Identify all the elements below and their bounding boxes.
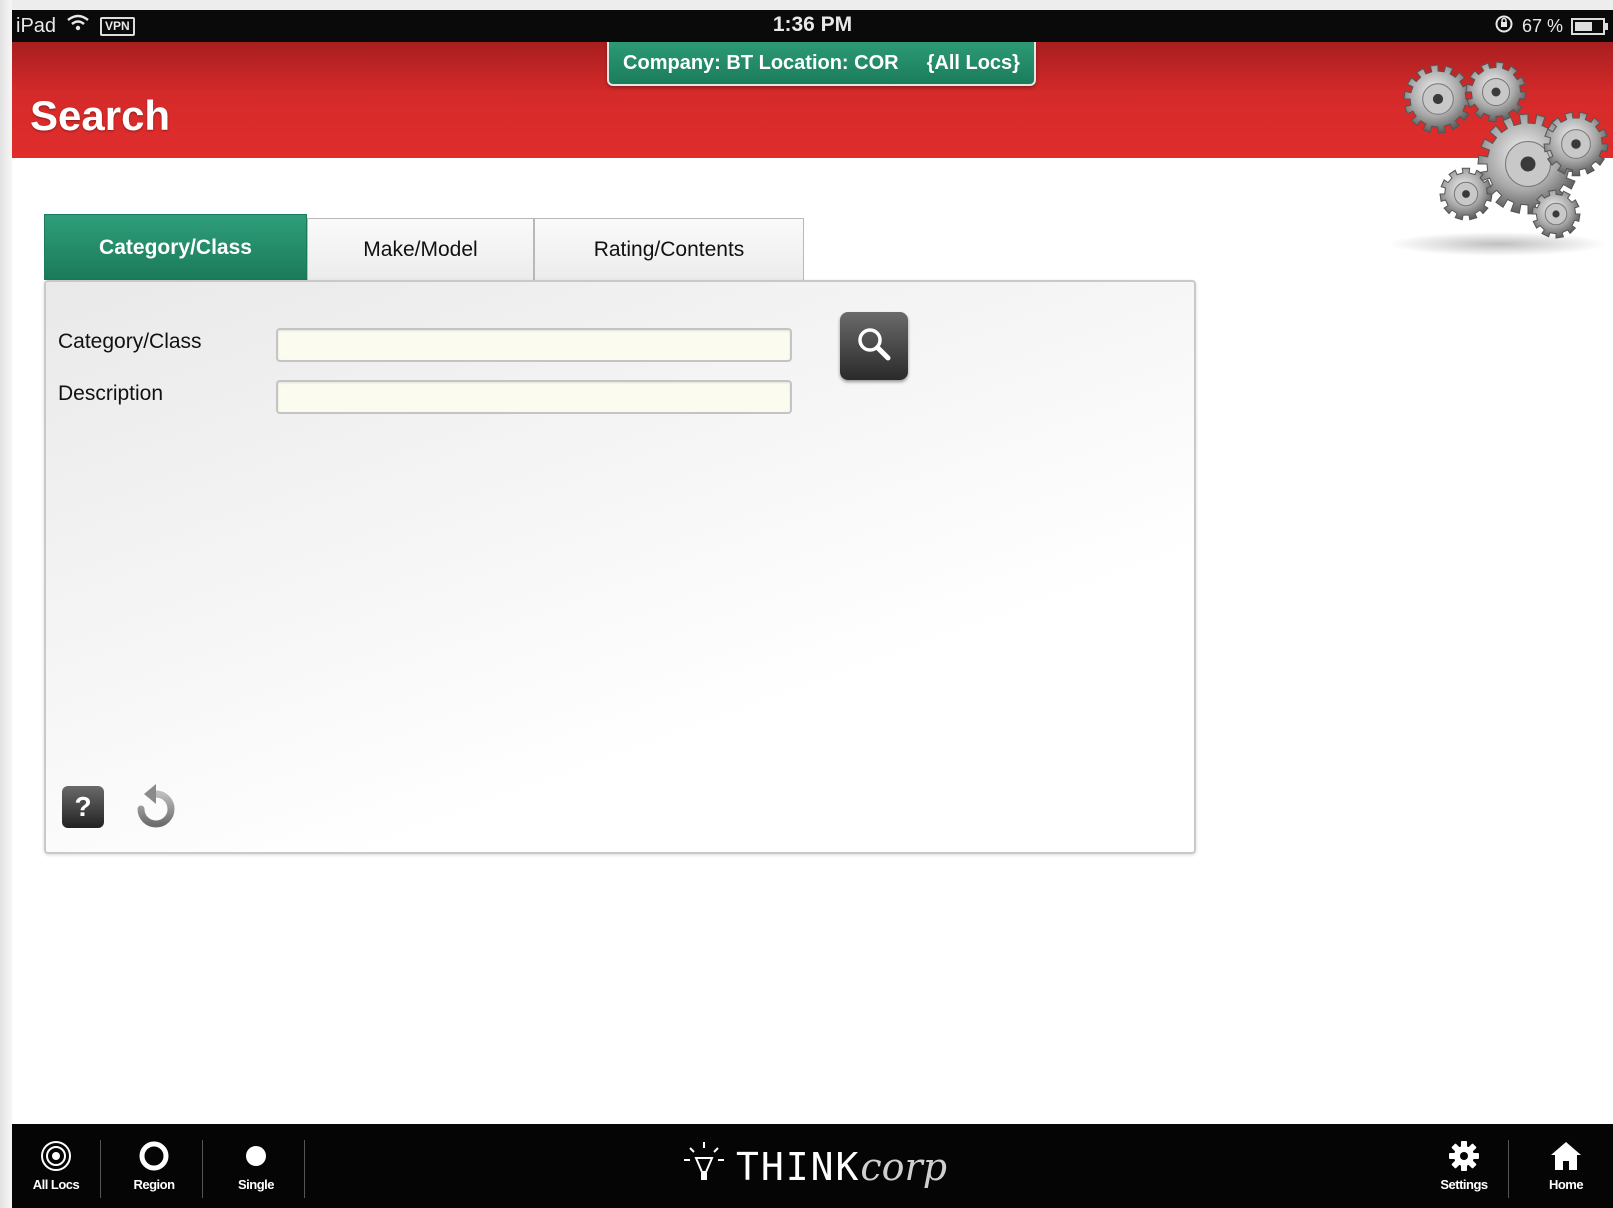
brand-corp: corp [860,1145,948,1189]
gear-shape [1403,64,1473,134]
category-class-input[interactable] [276,328,792,362]
settings-label: Settings [1440,1177,1488,1192]
toolbar-divider [202,1140,203,1198]
thinkcorp-logo: THINK corp [682,1140,947,1194]
description-label: Description [58,382,164,405]
help-icon: ? [74,791,92,822]
status-bar: iPad VPN 1:36 PM 67 % [12,10,1613,42]
lightbulb-icon [682,1140,726,1194]
battery-percent: 67 % [1521,16,1563,36]
tab-rating-contents[interactable]: Rating/Contents [534,218,804,280]
frame-edge [0,0,12,1208]
single-label: Single [237,1177,275,1192]
settings-button[interactable]: Settings [1420,1124,1508,1208]
battery-icon [1571,18,1608,35]
gears-icon [1378,44,1610,259]
status-right: 67 % [1494,14,1608,39]
all-locs-button[interactable]: All Locs [12,1124,100,1208]
frame-edge [0,0,1613,10]
all-locs-label: All Locs [32,1177,80,1192]
all-locs-icon [40,1140,72,1175]
home-button[interactable]: Home [1522,1124,1610,1208]
region-button[interactable]: Region [110,1124,198,1208]
search-button[interactable] [840,312,908,380]
company-location-banner[interactable]: Company: BT Location: COR {All Locs} [607,42,1036,86]
rotation-lock-icon [1494,14,1514,39]
region-icon [138,1140,170,1175]
gear-shape [1531,189,1581,239]
help-button[interactable]: ? [62,786,104,828]
gear-shape [1465,61,1527,123]
status-time: 1:36 PM [772,13,853,36]
single-button[interactable]: Single [212,1124,300,1208]
bottom-toolbar: All Locs Region Single THINK corp Settin… [12,1124,1613,1208]
description-input[interactable] [276,380,792,414]
region-label: Region [133,1177,175,1192]
single-icon [240,1140,272,1175]
toolbar-divider [100,1140,101,1198]
home-label: Home [1548,1177,1584,1192]
location-scope-text: {All Locs} [926,51,1020,74]
tab-make-model[interactable]: Make/Model [307,218,534,280]
page-title: Search [30,92,171,139]
search-icon [855,325,893,368]
category-class-label: Category/Class [58,330,202,353]
brand-think: THINK [736,1145,861,1189]
tab-category-class[interactable]: Category/Class [44,214,307,280]
company-location-text: Company: BT Location: COR [623,51,899,74]
home-icon [1549,1140,1583,1175]
reset-icon [132,784,180,836]
toolbar-divider [1508,1140,1509,1198]
gear-icon [1448,1140,1480,1175]
search-panel: Category/Class Description ? [44,280,1196,854]
app-frame: iPad VPN 1:36 PM 67 % Search Company: BT… [0,0,1613,1208]
reset-button[interactable] [132,782,180,832]
toolbar-divider [304,1140,305,1198]
